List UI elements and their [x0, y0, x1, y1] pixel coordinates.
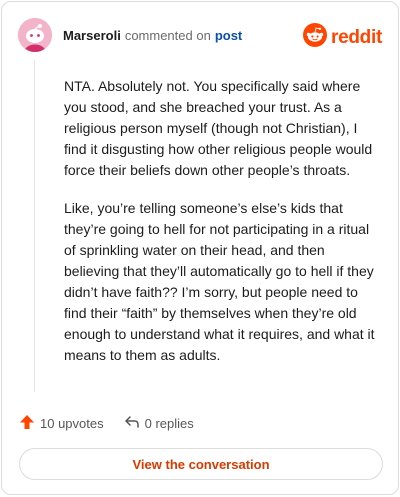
replies-button[interactable]: 0 replies [124, 414, 194, 433]
comment-body: NTA. Absolutely not. You specifically sa… [64, 76, 382, 383]
upvote-arrow-icon [19, 414, 35, 433]
comment-paragraph-2: Like, you’re telling someone’s else’s ki… [64, 200, 375, 363]
comment-meta: Marseroli commented on post [63, 28, 242, 43]
reddit-alien-icon [303, 23, 328, 52]
comment-header: Marseroli commented on post reddit [18, 18, 382, 52]
thread-line [34, 60, 35, 392]
view-conversation-button[interactable]: View the conversation [19, 448, 383, 480]
embedded-comment-card: Marseroli commented on post reddit NTA. … [1, 1, 399, 495]
upvotes-button[interactable]: 10 upvotes [19, 414, 104, 433]
comment-actions: 10 upvotes 0 replies [19, 414, 194, 433]
reply-arrow-icon [124, 414, 140, 433]
commented-on-text: commented on [124, 27, 211, 43]
replies-count: 0 replies [144, 416, 194, 431]
username-link[interactable]: Marseroli [63, 28, 121, 43]
snoo-avatar-icon[interactable] [18, 18, 52, 52]
upvotes-count: 10 upvotes [40, 416, 104, 431]
post-link[interactable]: post [215, 28, 242, 43]
comment-paragraph-1: NTA. Absolutely not. You specifically sa… [64, 78, 373, 178]
reddit-wordmark: reddit [331, 26, 382, 48]
reddit-logo[interactable]: reddit [303, 23, 382, 52]
